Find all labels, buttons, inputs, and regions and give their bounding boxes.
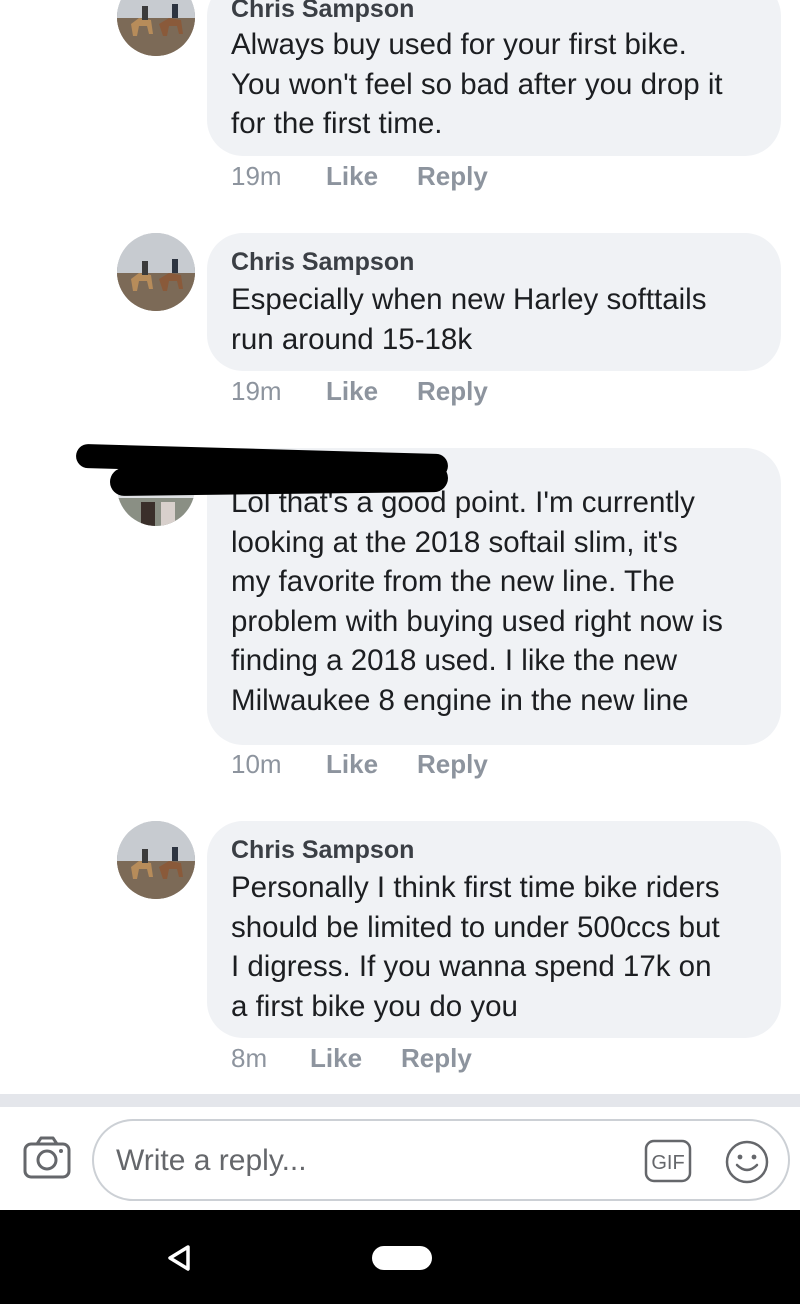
composer-divider (0, 1094, 800, 1107)
android-nav-bar (0, 1210, 800, 1304)
like-button[interactable]: Like (310, 1041, 362, 1075)
emoji-icon (725, 1140, 769, 1184)
comment-meta: 19m Like Reply (231, 159, 488, 193)
comment-text: Especially when new Harley softtails run… (231, 283, 707, 356)
back-icon (168, 1245, 190, 1271)
comment-text: Always buy used for your first bike. You… (231, 28, 723, 141)
comment-time: 10m (231, 749, 282, 779)
comment-meta: 8m Like Reply (231, 1041, 472, 1075)
reply-composer: Write a reply... GIF (0, 1107, 800, 1210)
like-button[interactable]: Like (326, 747, 378, 781)
comment-bubble: Chris Sampson Especially when new Harley… (207, 233, 781, 371)
like-button[interactable]: Like (326, 159, 378, 193)
avatar[interactable] (117, 0, 195, 56)
comment-time: 19m (231, 376, 282, 406)
reply-button[interactable]: Reply (417, 747, 488, 781)
back-button[interactable] (166, 1244, 192, 1272)
gif-icon: GIF (644, 1139, 692, 1183)
like-button[interactable]: Like (326, 374, 378, 408)
camera-icon (23, 1136, 71, 1179)
gif-label: GIF (651, 1152, 684, 1174)
comment-bubble: Chris Sampson Personally I think first t… (207, 821, 781, 1038)
comment-text: Personally I think first time bike rider… (231, 871, 720, 1023)
comment-author[interactable]: Chris Sampson (231, 835, 757, 865)
camera-button[interactable] (22, 1135, 72, 1181)
emoji-button[interactable] (724, 1139, 770, 1185)
comment-bubble: Chris Sampson Always buy used for your f… (207, 0, 781, 156)
reply-button[interactable]: Reply (417, 159, 488, 193)
reply-button[interactable]: Reply (417, 374, 488, 408)
horse-riders-photo-icon (117, 821, 195, 899)
reply-placeholder: Write a reply... (116, 1144, 307, 1177)
comment-author[interactable]: Chris Sampson (231, 247, 757, 277)
comment-time: 8m (231, 1043, 268, 1073)
comment-time: 19m (231, 161, 282, 191)
comment-text: Lol that's a good point. I'm currently l… (231, 486, 723, 717)
reply-input[interactable]: Write a reply... GIF (92, 1119, 790, 1201)
comment-meta: 19m Like Reply (231, 374, 488, 408)
comment-meta: 10m Like Reply (231, 747, 488, 781)
comment-thread-screen: Chris Sampson Always buy used for your f… (0, 0, 800, 1304)
avatar[interactable] (117, 233, 195, 311)
reply-button[interactable]: Reply (401, 1041, 472, 1075)
horse-riders-photo-icon (117, 233, 195, 311)
avatar[interactable] (117, 821, 195, 899)
gif-button[interactable]: GIF (644, 1139, 692, 1183)
comment-author[interactable]: Chris Sampson (231, 0, 757, 24)
redaction-mark (109, 463, 449, 497)
horse-riders-photo-icon (117, 0, 195, 56)
home-pill[interactable] (372, 1246, 432, 1270)
